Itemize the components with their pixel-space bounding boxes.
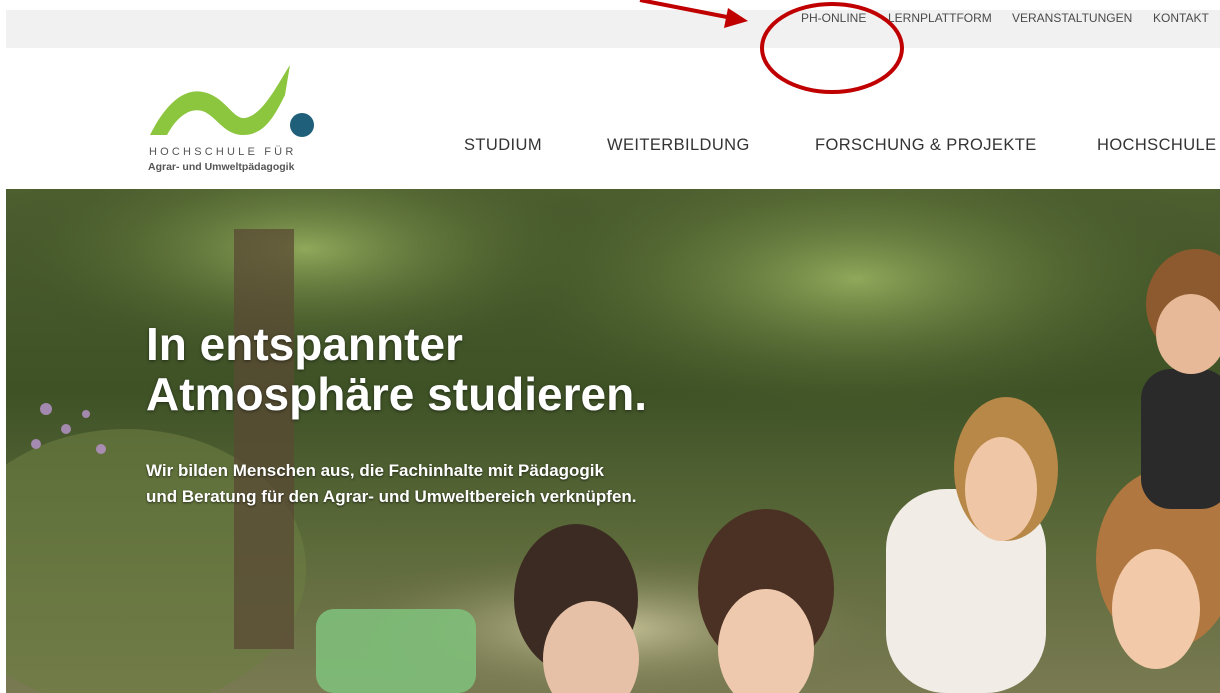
logo-wave-icon: [150, 65, 314, 137]
nav-item-forschung-projekte[interactable]: FORSCHUNG & PROJEKTE: [815, 136, 1037, 155]
site-logo[interactable]: HOCHSCHULE FÜR Agrar- und Umweltpädagogi…: [145, 60, 325, 175]
nav-item-hochschule[interactable]: HOCHSCHULE: [1097, 136, 1217, 155]
utility-link-lernplattform[interactable]: LERNPLATTFORM: [888, 11, 992, 25]
nav-item-studium[interactable]: STUDIUM: [464, 136, 542, 155]
utility-link-veranstaltungen[interactable]: VERANSTALTUNGEN: [1012, 11, 1132, 25]
hero-subtitle: Wir bilden Menschen aus, die Fachinhalte…: [146, 461, 637, 506]
nav-item-weiterbildung[interactable]: WEITERBILDUNG: [607, 136, 750, 155]
logo-line-1: HOCHSCHULE FÜR: [149, 146, 297, 158]
hero-banner: In entspannter Atmosphäre studieren. Wir…: [6, 189, 1220, 693]
logo-line-2: Agrar- und Umweltpädagogik: [148, 161, 295, 173]
hero-title: In entspannter Atmosphäre studieren.: [146, 318, 647, 420]
hero-photo: [6, 189, 1220, 693]
utility-link-kontakt[interactable]: KONTAKT: [1153, 11, 1209, 25]
utility-link-ph-online[interactable]: PH-ONLINE: [801, 11, 866, 25]
